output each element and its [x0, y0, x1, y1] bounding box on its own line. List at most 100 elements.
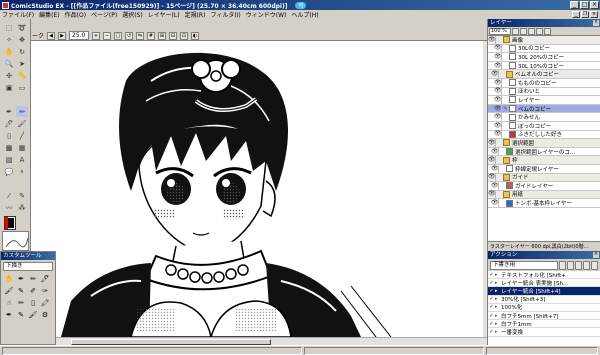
eye-icon[interactable]: 👁	[494, 104, 502, 113]
menu-select[interactable]: 選択(S)	[122, 10, 143, 19]
gradient-icon[interactable]: ▦	[16, 142, 28, 153]
layer-row[interactable]: 👁 用紙	[488, 190, 600, 200]
pen-medium-icon[interactable]: ✐	[28, 286, 38, 296]
pen-alt-icon[interactable]: ✎	[16, 190, 28, 201]
eye-icon[interactable]: 👁	[488, 173, 496, 182]
pen-blue-icon[interactable]: ✒	[4, 310, 14, 320]
close-button[interactable]: ×	[590, 1, 599, 9]
preview-icon[interactable]: ◐	[191, 31, 200, 40]
scroll-left-icon[interactable]: ◀	[47, 31, 56, 40]
eraser-tool-icon[interactable]: ▯	[28, 298, 38, 308]
layer-row[interactable]: 👁 画像	[488, 36, 600, 45]
minimize-button[interactable]: _	[570, 1, 579, 9]
check-icon[interactable]: ✓	[488, 288, 495, 294]
zoom-in-icon[interactable]: +	[92, 31, 101, 40]
menu-work[interactable]: 作品(O)	[65, 10, 86, 19]
eyedropper-icon[interactable]: ⁄	[3, 190, 15, 201]
document-tab[interactable]: ーク	[32, 31, 44, 40]
eye-icon[interactable]: 👁	[491, 181, 499, 190]
snap-icon[interactable]: ⊡	[180, 31, 189, 40]
action-row[interactable]: ✓ ▸ 一番変換	[488, 328, 600, 337]
check-icon[interactable]: ✓	[488, 296, 495, 302]
layer-row[interactable]: 👁 ガイドレイヤー	[488, 181, 600, 191]
hand-alt-icon[interactable]: ☝	[4, 298, 14, 308]
eye-icon[interactable]: 👁	[494, 121, 502, 130]
fill-icon[interactable]: ▩	[3, 142, 15, 153]
menu-page[interactable]: ページ(P)	[91, 10, 117, 19]
eye-icon[interactable]: 👁	[494, 95, 502, 104]
action-play-icon[interactable]	[559, 261, 566, 270]
eye-icon[interactable]: 👁	[491, 70, 499, 79]
check-icon[interactable]: ✓	[488, 272, 495, 278]
layer-row[interactable]: 👁 ふきだしした好き	[488, 130, 600, 140]
action-new-icon[interactable]	[583, 261, 590, 270]
layer-row[interactable]: 👁 枠線定規レイヤー	[488, 164, 600, 174]
move-icon[interactable]: ✥	[16, 34, 28, 45]
layer-row[interactable]: 👁 ガイド	[488, 173, 600, 183]
layer-row[interactable]: 👁 枠	[488, 156, 600, 165]
eye-icon[interactable]: 👁	[494, 61, 502, 70]
layer-row[interactable]: 👁 レイヤー	[488, 95, 600, 105]
layer-row[interactable]: 👁 かみせん	[488, 113, 600, 122]
check-icon[interactable]: ✓	[488, 280, 495, 286]
guide-toggle-icon[interactable]: ⊟	[169, 31, 178, 40]
eye-icon[interactable]: 👁	[488, 138, 496, 147]
doc-minimize-button[interactable]: _	[572, 11, 580, 18]
layer-row[interactable]: 👁 選択範囲	[488, 138, 600, 148]
layer-mask-icon[interactable]	[528, 27, 535, 35]
pen-icon[interactable]: ✒	[3, 106, 15, 117]
layer-row[interactable]: 👁 ほわいと	[488, 87, 600, 97]
object-select-icon[interactable]: ➤	[16, 58, 28, 69]
menu-edit[interactable]: 編集(E)	[39, 10, 59, 19]
pen-cyan-icon[interactable]: ✎	[16, 310, 26, 320]
lasso-icon[interactable]: ➰	[16, 22, 28, 33]
layer-folder-icon[interactable]	[520, 27, 527, 35]
custom-tool-select[interactable]: 下描き	[3, 262, 53, 271]
eye-icon[interactable]: 👁	[494, 44, 502, 53]
check-icon[interactable]: ✓	[488, 304, 495, 310]
pen-small-icon[interactable]: ✎	[16, 286, 26, 296]
menu-file[interactable]: ファイル(F)	[2, 10, 34, 19]
maximize-button[interactable]: □	[580, 1, 589, 9]
layer-lock-icon[interactable]	[536, 27, 543, 35]
eye-icon[interactable]: 👁	[488, 156, 496, 165]
pencil-tool-icon[interactable]: ✏	[28, 274, 38, 284]
spray-icon[interactable]: ⁂	[16, 202, 28, 213]
eraser-icon[interactable]: ▯	[3, 130, 15, 141]
ruler-icon[interactable]: 📏	[16, 70, 28, 81]
menu-help[interactable]: ヘルプ(H)	[291, 10, 318, 19]
layer-delete-icon[interactable]	[544, 27, 551, 35]
layer-row[interactable]: 👁 30Lのコピー	[488, 44, 600, 54]
fit-icon[interactable]: ▢	[114, 31, 123, 40]
rotate-icon[interactable]: ↻	[16, 46, 28, 57]
grid-icon[interactable]: #	[147, 31, 156, 40]
hand-icon[interactable]: ✋	[3, 46, 15, 57]
frame-icon[interactable]: ▭	[16, 82, 28, 93]
flip-icon[interactable]: ⇋	[136, 31, 145, 40]
menu-window[interactable]: ウィンドウ(W)	[246, 10, 287, 19]
layer-opacity-input[interactable]: 100 %	[489, 27, 511, 35]
layer-move-icon[interactable]: ✣	[3, 70, 15, 81]
brush-icon[interactable]: 🖌	[16, 118, 28, 129]
doc-close-button[interactable]: ×	[590, 11, 598, 18]
scroll-right-icon[interactable]: ▶	[58, 31, 67, 40]
magic-wand-icon[interactable]: ✧	[3, 34, 15, 45]
eye-icon[interactable]: 👁	[488, 36, 496, 44]
eye-icon[interactable]: 👁	[491, 147, 499, 156]
horizontal-scrollbar[interactable]	[31, 337, 487, 345]
eye-icon[interactable]: 👁	[494, 130, 502, 139]
text-icon[interactable]: A	[16, 154, 28, 165]
stroke-icon[interactable]: 〰	[3, 202, 15, 213]
rotate-view-icon[interactable]: ↺	[125, 31, 134, 40]
eye-icon[interactable]: 👁	[488, 190, 496, 199]
layer-select-icon[interactable]: ▣	[3, 82, 15, 93]
pattern-icon[interactable]: ▧	[3, 154, 15, 165]
layer-row[interactable]: 👁 ぼっのコピー	[488, 121, 600, 131]
check-icon[interactable]: ✓	[488, 329, 495, 335]
ruler-toggle-icon[interactable]: ⊞	[158, 31, 167, 40]
eye-icon[interactable]: 👁	[491, 164, 499, 173]
layer-row[interactable]: 👁 トンボ-基本枠レイヤー	[488, 199, 600, 208]
zoom-input[interactable]: 25.0	[69, 31, 90, 40]
balloon-icon[interactable]: 💬	[3, 166, 15, 177]
drawing-canvas[interactable]	[31, 41, 485, 337]
